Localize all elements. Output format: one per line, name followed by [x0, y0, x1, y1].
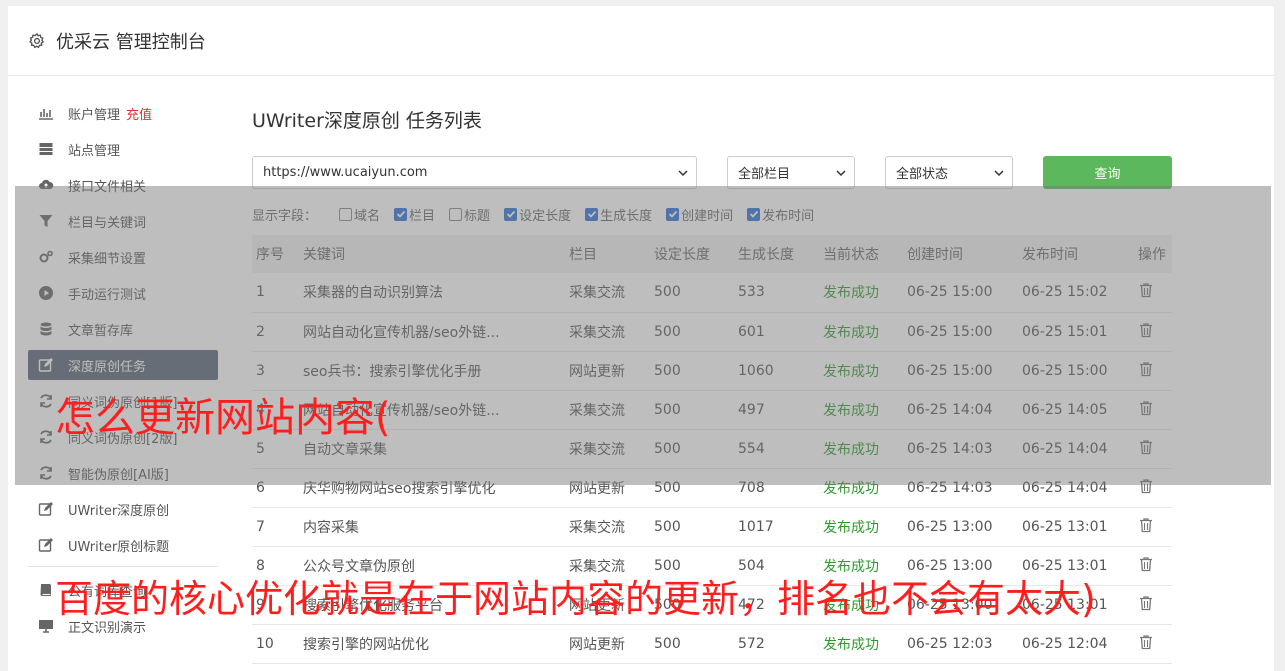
- bar-chart-icon: [38, 105, 54, 121]
- table-cell: 06-25 13:01: [1022, 518, 1108, 535]
- trash-icon: [1140, 634, 1152, 649]
- delete-button[interactable]: [1134, 624, 1172, 663]
- watermark-line-1: 怎么更新网站内容(: [55, 395, 391, 441]
- top-header: 优采云 管理控制台: [8, 6, 1274, 76]
- sidebar-item-2[interactable]: 站点管理: [28, 134, 218, 164]
- chevron-down-icon: [678, 170, 688, 177]
- table-cell: 搜索引擎的网站优化: [303, 636, 429, 653]
- table-cell: 网站更新: [569, 636, 625, 653]
- edit-icon: [38, 501, 54, 517]
- table-cell: 发布成功: [823, 519, 879, 536]
- chevron-down-icon: [994, 170, 1004, 177]
- recharge-link[interactable]: 充值: [126, 104, 152, 123]
- column-select-value: 全部栏目: [738, 167, 791, 182]
- table-cell: 572: [738, 635, 765, 652]
- site-select-value: https://www.ucaiyun.com: [263, 165, 428, 180]
- filter-bar: https://www.ucaiyun.com 全部栏目 全部状态 查询: [252, 156, 1172, 190]
- console-title: 优采云 管理控制台: [56, 31, 206, 53]
- table-cell: 采集交流: [569, 519, 625, 536]
- table-cell: 内容采集: [303, 519, 359, 536]
- delete-button[interactable]: [1134, 546, 1172, 585]
- table-row: 7 内容采集 采集交流 500 1017 发布成功 06-25 13:00 06-25 13:…: [252, 507, 1172, 546]
- column-select[interactable]: 全部栏目: [727, 156, 855, 189]
- table-cell: 7: [256, 518, 265, 535]
- book-icon: [38, 582, 54, 598]
- table-cell: 10: [256, 635, 274, 652]
- watermark-line-2: 百度的核心优化就是在于网站内容的更新，排名也不会有太大): [55, 577, 1096, 621]
- table-cell: 1017: [738, 518, 774, 535]
- sidebar-item-label: 站点管理: [68, 143, 121, 159]
- table-cell: 500: [654, 635, 681, 652]
- sidebar-item-label: 账户管理: [68, 107, 121, 123]
- status-select[interactable]: 全部状态: [885, 156, 1013, 189]
- table-cell: 06-25 13:00: [907, 518, 993, 535]
- site-select[interactable]: https://www.ucaiyun.com: [252, 156, 697, 189]
- sidebar-item-13[interactable]: UWriter原创标题: [28, 530, 218, 560]
- monitor-icon: [38, 618, 54, 634]
- server-icon: [38, 141, 54, 157]
- trash-icon: [1140, 517, 1152, 532]
- table-cell: 06-25 12:04: [1022, 635, 1108, 652]
- trash-icon: [1140, 595, 1152, 610]
- sidebar-item-label: UWriter深度原创: [68, 503, 170, 519]
- query-button[interactable]: 查询: [1043, 156, 1172, 189]
- sidebar-divider: [28, 566, 218, 567]
- status-select-value: 全部状态: [896, 167, 949, 182]
- trash-icon: [1140, 556, 1152, 571]
- sidebar-item-12[interactable]: UWriter深度原创: [28, 494, 218, 524]
- delete-button[interactable]: [1134, 507, 1172, 546]
- page-title: UWriter深度原创 任务列表: [252, 110, 482, 132]
- table-cell: 发布成功: [823, 636, 879, 653]
- delete-button[interactable]: [1134, 585, 1172, 624]
- sidebar-item-1[interactable]: 账户管理 充值: [28, 98, 218, 128]
- table-row: 10 搜索引擎的网站优化 网站更新 500 572 发布成功 06-25 12:03 06-2…: [252, 624, 1172, 663]
- edit-icon: [38, 537, 54, 553]
- table-cell: 06-25 12:03: [907, 635, 993, 652]
- gear-icon: [29, 32, 45, 48]
- table-cell: 500: [654, 518, 681, 535]
- chevron-down-icon: [836, 170, 846, 177]
- sidebar-item-label: UWriter原创标题: [68, 539, 170, 555]
